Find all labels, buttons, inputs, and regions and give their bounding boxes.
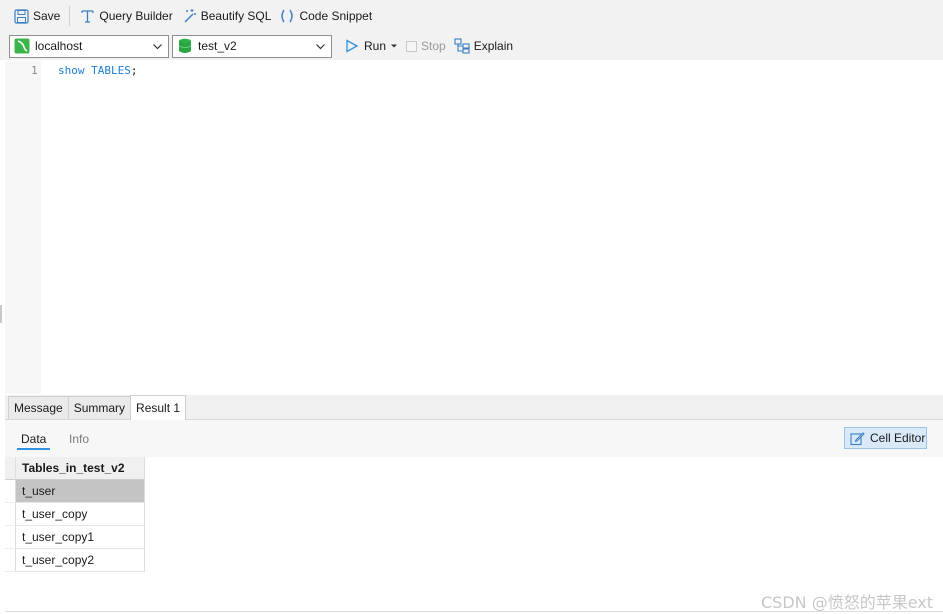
save-button[interactable]: Save	[9, 4, 64, 28]
tab-summary[interactable]: Summary	[67, 396, 132, 419]
cell-editor-button[interactable]: Cell Editor	[844, 427, 927, 449]
tab-message[interactable]: Message	[8, 396, 69, 419]
query-builder-button[interactable]: Query Builder	[75, 4, 176, 28]
active-tab-indicator	[17, 448, 50, 450]
run-label: Run	[364, 39, 387, 53]
connection-select[interactable]: localhost	[9, 34, 169, 58]
sql-keyword: show TABLES	[58, 64, 131, 77]
data-subtab-bar: Data Info Cell Editor	[5, 420, 943, 457]
tab-data[interactable]: Data	[21, 432, 46, 446]
grid-header-row: Tables_in_test_v2	[5, 457, 145, 480]
database-value: test_v2	[198, 39, 237, 53]
line-number: 1	[31, 64, 38, 77]
panel-resize-handle[interactable]	[0, 305, 2, 323]
tab-info[interactable]: Info	[69, 432, 89, 446]
save-label: Save	[33, 9, 61, 23]
code-snippet-label: Code Snippet	[299, 9, 373, 23]
run-dropdown-icon[interactable]	[390, 39, 398, 53]
main-toolbar: Save Query Builder Beautify SQL Code Sni…	[0, 0, 943, 32]
result-tab-bar: Message Summary Result 1	[5, 395, 943, 420]
query-builder-icon	[79, 8, 95, 24]
code-line[interactable]: show TABLES;	[58, 64, 137, 77]
database-icon	[177, 38, 193, 54]
row-indicator[interactable]	[5, 549, 16, 572]
chevron-down-icon	[152, 41, 163, 55]
column-header[interactable]: Tables_in_test_v2	[16, 457, 145, 480]
code-snippet-button[interactable]: Code Snippet	[275, 4, 376, 28]
stop-button[interactable]: Stop	[402, 34, 450, 58]
row-indicator[interactable]	[5, 480, 16, 503]
watermark: CSDN @愤怒的苹果ext	[761, 593, 934, 612]
magic-wand-icon	[181, 8, 197, 24]
sql-terminator: ;	[130, 64, 138, 77]
sql-editor[interactable]: 1 show TABLES;	[5, 61, 943, 394]
save-icon	[13, 8, 29, 24]
table-row[interactable]: t_user	[5, 480, 145, 503]
connection-icon	[14, 38, 30, 54]
query-toolbar: localhost test_v2 Run Stop Explain	[0, 32, 943, 60]
query-builder-label: Query Builder	[99, 9, 173, 23]
line-number-gutter: 1	[5, 61, 41, 394]
run-button[interactable]: Run	[340, 34, 402, 58]
edit-icon	[849, 430, 865, 446]
tab-result-1[interactable]: Result 1	[130, 395, 187, 420]
parentheses-icon	[279, 8, 295, 24]
table-cell[interactable]: t_user_copy	[16, 503, 145, 526]
result-panel: Data Info Cell Editor Tables_in_test_v2 …	[5, 420, 943, 612]
table-row[interactable]: t_user_copy1	[5, 526, 145, 549]
play-icon	[344, 38, 360, 54]
table-cell[interactable]: t_user_copy2	[16, 549, 145, 572]
connection-value: localhost	[35, 39, 83, 53]
chevron-down-icon	[315, 41, 326, 55]
table-cell[interactable]: t_user	[16, 480, 145, 503]
stop-icon	[406, 40, 418, 52]
database-select[interactable]: test_v2	[172, 34, 332, 58]
explain-icon	[454, 38, 470, 54]
stop-label: Stop	[421, 39, 446, 53]
row-indicator[interactable]	[5, 503, 16, 526]
row-indicator-header	[5, 457, 16, 480]
explain-button[interactable]: Explain	[450, 34, 517, 58]
table-cell[interactable]: t_user_copy1	[16, 526, 145, 549]
beautify-sql-button[interactable]: Beautify SQL	[177, 4, 276, 28]
cell-editor-label: Cell Editor	[870, 431, 926, 445]
toolbar-divider	[69, 6, 71, 26]
explain-label: Explain	[473, 39, 514, 53]
beautify-sql-label: Beautify SQL	[200, 9, 272, 23]
table-row[interactable]: t_user_copy2	[5, 549, 145, 572]
row-indicator[interactable]	[5, 526, 16, 549]
table-row[interactable]: t_user_copy	[5, 503, 145, 526]
